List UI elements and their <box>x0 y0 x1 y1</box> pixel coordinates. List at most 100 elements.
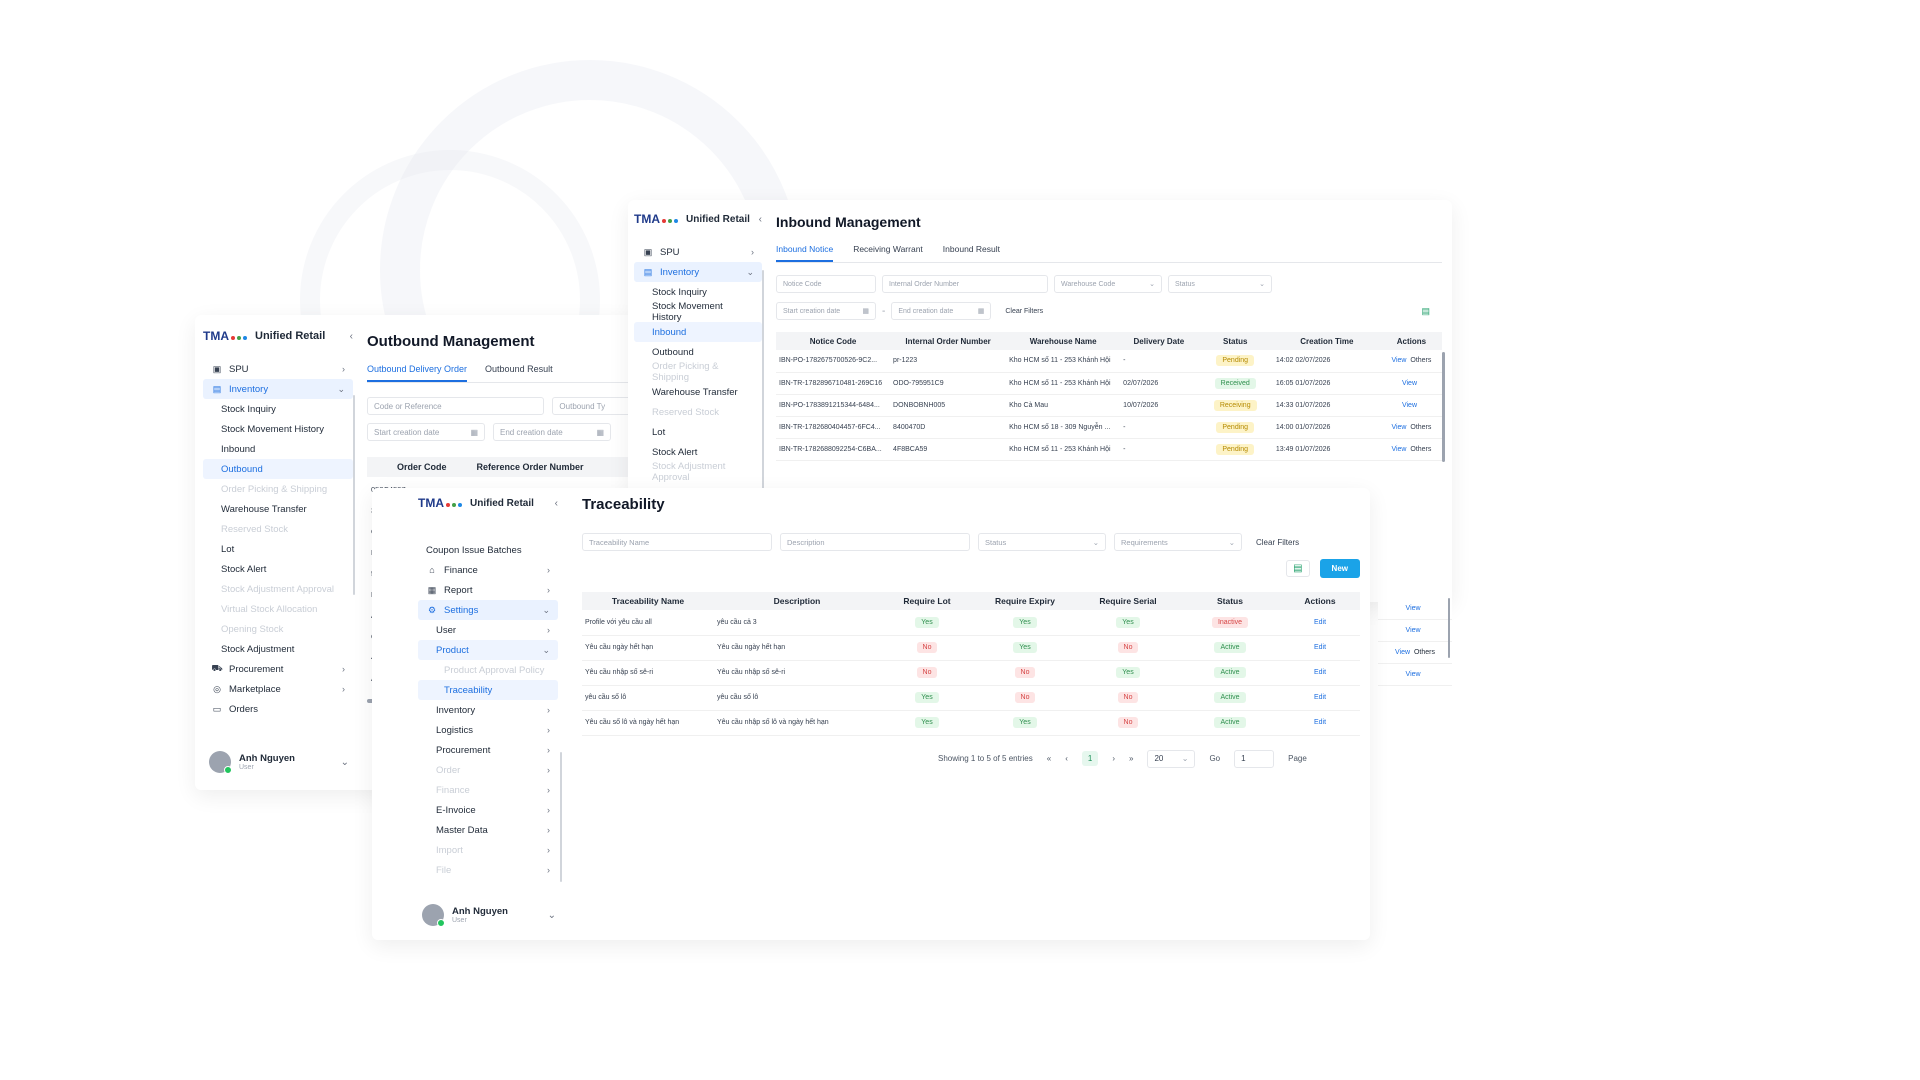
sidebar-item-inventory[interactable]: Inventory › <box>418 700 558 720</box>
sidebar-item-report[interactable]: ▦ Report › <box>418 580 558 600</box>
view-link[interactable]: View <box>1395 649 1410 656</box>
end-date-input[interactable]: End creation date ▦ <box>891 302 992 320</box>
start-date-input[interactable]: Start creation date ▦ <box>367 423 485 441</box>
tab-outbound-result[interactable]: Outbound Result <box>485 364 553 382</box>
sidebar-item-inbound[interactable]: Inbound <box>203 439 353 459</box>
notice-code-input[interactable]: Notice Code <box>776 275 876 293</box>
sidebar-scrollbar[interactable] <box>762 270 764 510</box>
edit-link[interactable]: Edit <box>1314 644 1326 651</box>
traceability-name-input[interactable]: Traceability Name <box>582 533 772 551</box>
clear-filters-button[interactable]: Clear Filters <box>1256 538 1299 547</box>
end-date-input[interactable]: End creation date ▦ <box>493 423 611 441</box>
sidebar-item-stock-adjustment-approval[interactable]: Stock Adjustment Approval <box>203 579 353 599</box>
sidebar-item-stock-movement-history[interactable]: Stock Movement History <box>203 419 353 439</box>
page-size-select[interactable]: 20 ⌄ <box>1147 749 1196 768</box>
tab-inbound-notice[interactable]: Inbound Notice <box>776 244 834 262</box>
sidebar-item-master-data[interactable]: Master Data › <box>418 820 558 840</box>
sidebar-item-spu[interactable]: ▣ SPU › <box>634 242 762 262</box>
sidebar-item-order-picking-shipping[interactable]: Order Picking & Shipping <box>203 479 353 499</box>
view-link[interactable]: View <box>1406 605 1421 612</box>
others-link[interactable]: Others <box>1410 424 1431 431</box>
code-reference-input[interactable]: Code or Reference <box>367 397 545 415</box>
sidebar-item-traceability[interactable]: Traceability <box>418 680 558 700</box>
sidebar-item-import[interactable]: Import › <box>418 840 558 860</box>
sidebar-item-procurement[interactable]: ⛟ Procurement › <box>203 659 353 679</box>
edit-link[interactable]: Edit <box>1314 694 1326 701</box>
warehouse-code-select[interactable]: Warehouse Code ⌄ <box>1054 275 1162 293</box>
chevron-down-icon[interactable]: ⌄ <box>341 757 349 768</box>
columns-settings-icon[interactable]: ▤ <box>1286 560 1310 577</box>
others-link[interactable]: Others <box>1414 649 1435 656</box>
chevron-down-icon[interactable]: ⌄ <box>548 910 556 921</box>
sidebar-item-settings[interactable]: ⚙ Settings ⌄ <box>418 600 558 620</box>
sidebar-item-logistics[interactable]: Logistics › <box>418 720 558 740</box>
collapse-icon[interactable]: ‹ <box>555 498 558 509</box>
sidebar-item-file[interactable]: File › <box>418 860 558 880</box>
status-select[interactable]: Status ⌄ <box>1168 275 1272 293</box>
description-input[interactable]: Description <box>780 533 970 551</box>
sidebar-item-user[interactable]: User › <box>418 620 558 640</box>
sidebar-item-stock-inquiry[interactable]: Stock Inquiry <box>634 282 762 302</box>
others-link[interactable]: Others <box>1410 357 1431 364</box>
collapse-icon[interactable]: ‹ <box>350 331 353 342</box>
go-page-input[interactable]: 1 <box>1234 749 1275 768</box>
sidebar-item-order-picking-shipping[interactable]: Order Picking & Shipping <box>634 361 762 383</box>
sidebar-item-spu[interactable]: ▣ SPU › <box>203 359 353 379</box>
view-link[interactable]: View <box>1391 424 1406 431</box>
sidebar-item-coupon-issue-batches[interactable]: Coupon Issue Batches <box>418 540 558 560</box>
sidebar-scrollbar[interactable] <box>560 752 562 882</box>
start-date-input[interactable]: Start creation date ▦ <box>776 302 876 320</box>
sidebar-item-stock-movement-history[interactable]: Stock Movement History <box>634 301 762 323</box>
last-page-icon[interactable]: » <box>1129 754 1133 763</box>
prev-page-icon[interactable]: ‹ <box>1065 754 1068 763</box>
user-profile[interactable]: Anh Nguyen User ⌄ <box>209 751 349 774</box>
sidebar-item-stock-alert[interactable]: Stock Alert <box>634 442 762 462</box>
sidebar-item-virtual-stock-allocation[interactable]: Virtual Stock Allocation <box>203 599 353 619</box>
sidebar-item-reserved-stock[interactable]: Reserved Stock <box>203 519 353 539</box>
status-select[interactable]: Status ⌄ <box>978 533 1106 551</box>
columns-settings-icon[interactable]: ▤ <box>1421 306 1430 317</box>
sidebar-item-warehouse-transfer[interactable]: Warehouse Transfer <box>203 499 353 519</box>
sidebar-item-stock-alert[interactable]: Stock Alert <box>203 559 353 579</box>
edit-link[interactable]: Edit <box>1314 669 1326 676</box>
user-profile[interactable]: Anh Nguyen User ⌄ <box>422 904 556 927</box>
edit-link[interactable]: Edit <box>1314 719 1326 726</box>
sidebar-item-product-approval-policy[interactable]: Product Approval Policy <box>418 660 558 680</box>
sidebar-item-stock-adjustment-approval[interactable]: Stock Adjustment Approval <box>634 461 762 483</box>
tab-receiving-warrant[interactable]: Receiving Warrant <box>853 244 923 262</box>
new-button[interactable]: New <box>1319 559 1360 578</box>
sidebar-item-orders[interactable]: ▭ Orders <box>203 699 353 719</box>
tab-inbound-result[interactable]: Inbound Result <box>943 244 1000 262</box>
view-link[interactable]: View <box>1402 380 1417 387</box>
sidebar-item-lot[interactable]: Lot <box>634 422 762 442</box>
table-scrollbar[interactable] <box>1442 352 1445 462</box>
clear-filters-button[interactable]: Clear Filters <box>1005 308 1043 315</box>
sidebar-item-marketplace[interactable]: ◎ Marketplace › <box>203 679 353 699</box>
view-link[interactable]: View <box>1391 357 1406 364</box>
sidebar-item-procurement[interactable]: Procurement › <box>418 740 558 760</box>
first-page-icon[interactable]: « <box>1047 754 1051 763</box>
edit-link[interactable]: Edit <box>1314 619 1326 626</box>
sidebar-item-outbound[interactable]: Outbound <box>634 342 762 362</box>
sidebar-item-stock-inquiry[interactable]: Stock Inquiry <box>203 399 353 419</box>
sidebar-item-order[interactable]: Order › <box>418 760 558 780</box>
internal-order-input[interactable]: Internal Order Number <box>882 275 1048 293</box>
sidebar-item-e-invoice[interactable]: E-Invoice › <box>418 800 558 820</box>
sidebar-item-finance[interactable]: ⌂ Finance › <box>418 560 558 580</box>
collapse-icon[interactable]: ‹ <box>759 214 762 225</box>
requirements-select[interactable]: Requirements ⌄ <box>1114 533 1242 551</box>
sidebar-item-inventory[interactable]: ▤ Inventory ⌄ <box>634 262 762 282</box>
column-header[interactable]: Creation Time <box>1272 332 1381 350</box>
sidebar-item-reserved-stock[interactable]: Reserved Stock <box>634 402 762 422</box>
tab-outbound-delivery-order[interactable]: Outbound Delivery Order <box>367 364 468 382</box>
sidebar-item-finance[interactable]: Finance › <box>418 780 558 800</box>
view-link[interactable]: View <box>1406 671 1421 678</box>
table-scrollbar[interactable] <box>1448 598 1450 658</box>
sidebar-item-lot[interactable]: Lot <box>203 539 353 559</box>
next-page-icon[interactable]: › <box>1112 754 1115 763</box>
outbound-type-select[interactable]: Outbound Ty <box>552 397 637 415</box>
sidebar-item-inventory[interactable]: ▤ Inventory ⌄ <box>203 379 353 399</box>
sidebar-item-opening-stock[interactable]: Opening Stock <box>203 619 353 639</box>
current-page[interactable]: 1 <box>1081 751 1099 766</box>
others-link[interactable]: Others <box>1410 446 1431 453</box>
